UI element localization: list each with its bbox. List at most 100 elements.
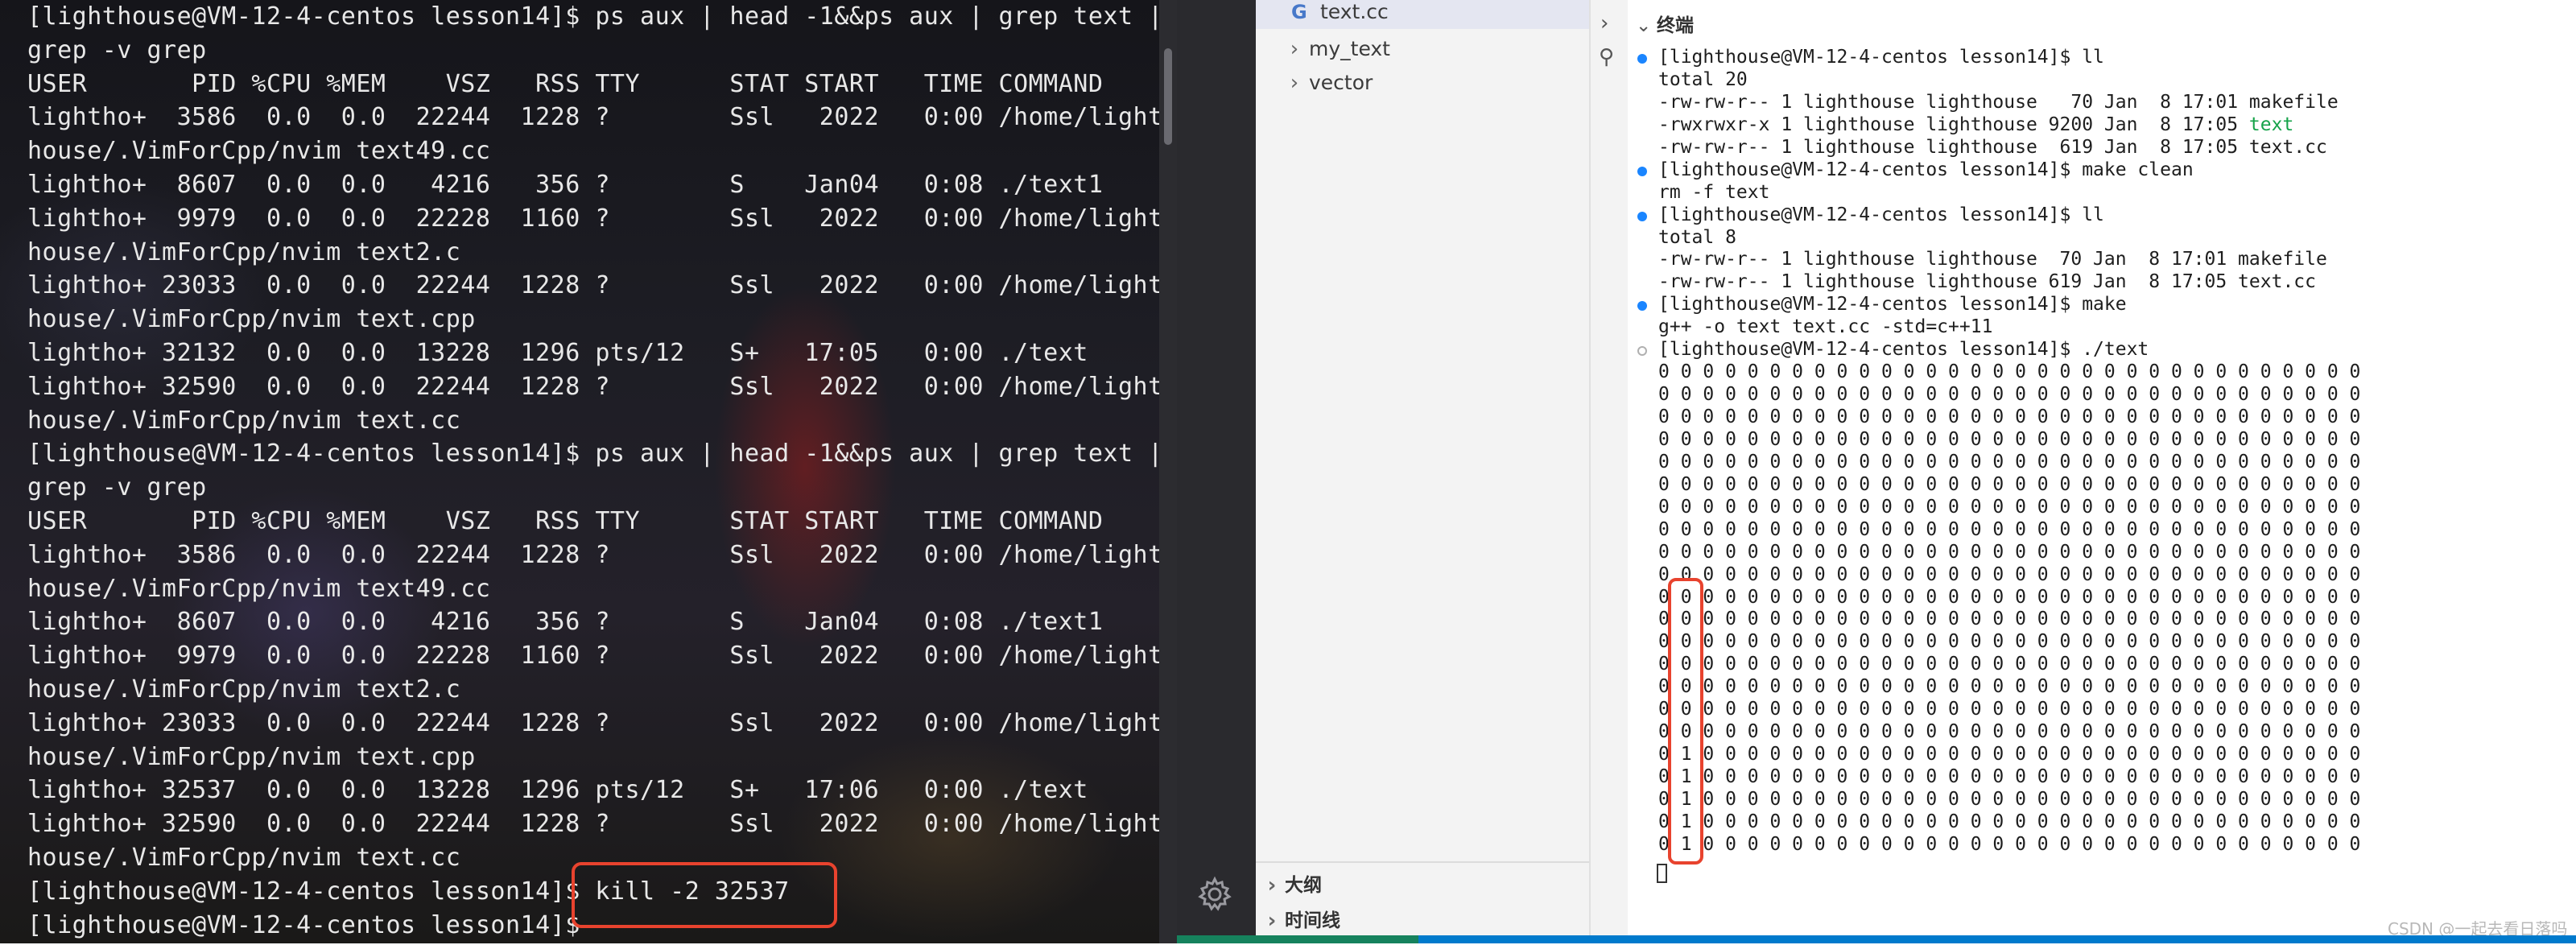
terminal-line: grep -v grep bbox=[27, 35, 207, 64]
terminal-line-text: 0 1 0 0 0 0 0 0 0 0 0 0 0 0 0 0 0 0 0 0 … bbox=[1658, 766, 2361, 787]
terminal-line: 0 0 0 0 0 0 0 0 0 0 0 0 0 0 0 0 0 0 0 0 … bbox=[1634, 631, 2360, 654]
terminal-line-text: total 8 bbox=[1658, 226, 1736, 248]
status-bar-remote[interactable] bbox=[1177, 935, 1418, 943]
command-status-dot-icon[interactable] bbox=[1637, 54, 1647, 64]
terminal-line: 0 1 0 0 0 0 0 0 0 0 0 0 0 0 0 0 0 0 0 0 … bbox=[1634, 744, 2360, 766]
command-pending-dot-icon[interactable] bbox=[1637, 346, 1647, 357]
terminal-line-text: 0 0 0 0 0 0 0 0 0 0 0 0 0 0 0 0 0 0 0 0 … bbox=[1658, 384, 2361, 406]
chevron-right-icon[interactable]: › bbox=[1600, 11, 1608, 35]
terminal-line: 0 0 0 0 0 0 0 0 0 0 0 0 0 0 0 0 0 0 0 0 … bbox=[1634, 609, 2360, 631]
terminal-line-text: 0 0 0 0 0 0 0 0 0 0 0 0 0 0 0 0 0 0 0 0 … bbox=[1658, 676, 2361, 698]
terminal-line: 0 0 0 0 0 0 0 0 0 0 0 0 0 0 0 0 0 0 0 0 … bbox=[1634, 699, 2360, 721]
terminal-line-text: [lighthouse@VM-12-4-centos lesson14]$ ll bbox=[1658, 47, 2104, 68]
scrollbar-thumb[interactable] bbox=[1164, 48, 1172, 145]
terminal-line: [lighthouse@VM-12-4-centos lesson14]$ ll bbox=[1634, 47, 2360, 69]
terminal-line-text: 0 0 0 0 0 0 0 0 0 0 0 0 0 0 0 0 0 0 0 0 … bbox=[1658, 609, 2361, 630]
explorer-folder-vector[interactable]: › vector bbox=[1256, 66, 1589, 100]
terminal-line: lightho+ 23033 0.0 0.0 22244 1228 ? Ssl … bbox=[27, 708, 1159, 737]
terminal-line-text: 0 0 0 0 0 0 0 0 0 0 0 0 0 0 0 0 0 0 0 0 … bbox=[1658, 541, 2361, 563]
pin-icon[interactable]: ⚲ bbox=[1599, 45, 1614, 69]
terminal-line: 0 0 0 0 0 0 0 0 0 0 0 0 0 0 0 0 0 0 0 0 … bbox=[1634, 384, 2360, 406]
terminal-line: lightho+ 32590 0.0 0.0 22244 1228 ? Ssl … bbox=[27, 810, 1159, 839]
terminal-line: house/.VimForCpp/nvim text49.cc bbox=[27, 574, 491, 603]
terminal-line: -rw-rw-r-- 1 lighthouse lighthouse 619 J… bbox=[1634, 137, 2360, 159]
terminal-line-text: 0 0 0 0 0 0 0 0 0 0 0 0 0 0 0 0 0 0 0 0 … bbox=[1658, 428, 2361, 450]
terminal-line-text: [lighthouse@VM-12-4-centos lesson14]$ ma… bbox=[1658, 294, 2127, 316]
explorer-file-text-cc[interactable]: G text.cc bbox=[1256, 0, 1589, 29]
terminal-line-text: -rw-rw-r-- 1 lighthouse lighthouse 70 Ja… bbox=[1658, 249, 2327, 270]
terminal-line-text: -rwxrwxr-x 1 lighthouse lighthouse 9200 … bbox=[1658, 113, 2249, 135]
terminal-line-text: rm -f text bbox=[1658, 181, 1770, 203]
terminal-line-text: 0 0 0 0 0 0 0 0 0 0 0 0 0 0 0 0 0 0 0 0 … bbox=[1658, 699, 2361, 720]
terminal-line-text: 0 0 0 0 0 0 0 0 0 0 0 0 0 0 0 0 0 0 0 0 … bbox=[1658, 631, 2361, 653]
terminal-line: house/.VimForCpp/nvim text2.c bbox=[27, 675, 461, 704]
terminal-line: 0 0 0 0 0 0 0 0 0 0 0 0 0 0 0 0 0 0 0 0 … bbox=[1634, 587, 2360, 609]
terminal-line: -rw-rw-r-- 1 lighthouse lighthouse 70 Ja… bbox=[1634, 249, 2360, 271]
terminal-line: 0 1 0 0 0 0 0 0 0 0 0 0 0 0 0 0 0 0 0 0 … bbox=[1634, 811, 2360, 834]
terminal-line: [lighthouse@VM-12-4-centos lesson14]$ ma… bbox=[1634, 159, 2360, 182]
terminal-line-text: [lighthouse@VM-12-4-centos lesson14]$ ./… bbox=[1658, 339, 2149, 361]
chevron-right-icon: › bbox=[1290, 37, 1299, 61]
terminal-line: [lighthouse@VM-12-4-centos lesson14]$ ma… bbox=[1634, 294, 2360, 316]
terminal-line-text: total 20 bbox=[1658, 68, 1748, 90]
terminal-line: lightho+ 32590 0.0 0.0 22244 1228 ? Ssl … bbox=[27, 372, 1159, 401]
terminal-line: lightho+ 3586 0.0 0.0 22244 1228 ? Ssl 2… bbox=[27, 103, 1159, 132]
terminal-line-text: 0 0 0 0 0 0 0 0 0 0 0 0 0 0 0 0 0 0 0 0 … bbox=[1658, 721, 2361, 743]
terminal-line: lightho+ 8607 0.0 0.0 4216 356 ? S Jan04… bbox=[27, 608, 1104, 637]
terminal-line: 0 1 0 0 0 0 0 0 0 0 0 0 0 0 0 0 0 0 0 0 … bbox=[1634, 766, 2360, 789]
chevron-down-icon[interactable]: ⌄ bbox=[1636, 10, 1651, 42]
explorer-folder-label: my_text bbox=[1309, 37, 1390, 60]
terminal-line-text: 0 1 0 0 0 0 0 0 0 0 0 0 0 0 0 0 0 0 0 0 … bbox=[1658, 833, 2361, 855]
terminal-line-text: 0 1 0 0 0 0 0 0 0 0 0 0 0 0 0 0 0 0 0 0 … bbox=[1658, 744, 2361, 765]
terminal-line-text: 0 0 0 0 0 0 0 0 0 0 0 0 0 0 0 0 0 0 0 0 … bbox=[1658, 361, 2361, 383]
outline-section-header[interactable]: › 大纲 bbox=[1256, 868, 1589, 903]
explorer-folder-label: vector bbox=[1309, 71, 1373, 94]
left-terminal-output: [lighthouse@VM-12-4-centos lesson14]$ ps… bbox=[27, 0, 1159, 942]
terminal-line: lightho+ 32537 0.0 0.0 13228 1296 pts/12… bbox=[27, 776, 1088, 805]
terminal-line: lightho+ 23033 0.0 0.0 22244 1228 ? Ssl … bbox=[27, 271, 1159, 300]
terminal-panel[interactable]: ⌄ 终端 [lighthouse@VM-12-4-centos lesson14… bbox=[1628, 0, 2576, 943]
terminal-line: lightho+ 3586 0.0 0.0 22244 1228 ? Ssl 2… bbox=[27, 540, 1159, 569]
terminal-line: 0 0 0 0 0 0 0 0 0 0 0 0 0 0 0 0 0 0 0 0 … bbox=[1634, 474, 2360, 497]
terminal-line: [lighthouse@VM-12-4-centos lesson14]$ ps… bbox=[27, 2, 1159, 31]
terminal-line: grep -v grep bbox=[27, 473, 207, 502]
terminal-line-text: 0 0 0 0 0 0 0 0 0 0 0 0 0 0 0 0 0 0 0 0 … bbox=[1658, 563, 2361, 585]
terminal-line: USER PID %CPU %MEM VSZ RSS TTY STAT STAR… bbox=[27, 506, 1104, 535]
panel-side-strip bbox=[1591, 0, 1629, 943]
gear-icon[interactable] bbox=[1195, 874, 1235, 914]
terminal-line-text: 0 1 0 0 0 0 0 0 0 0 0 0 0 0 0 0 0 0 0 0 … bbox=[1658, 811, 2361, 832]
activity-bar bbox=[1177, 0, 1256, 943]
terminal-line: -rwxrwxr-x 1 lighthouse lighthouse 9200 … bbox=[1634, 114, 2360, 137]
terminal-panel-header[interactable]: ⌄ 终端 bbox=[1628, 10, 2576, 42]
command-status-dot-icon[interactable] bbox=[1637, 166, 1647, 176]
terminal-line: lightho+ 8607 0.0 0.0 4216 356 ? S Jan04… bbox=[27, 170, 1104, 199]
timeline-section-header[interactable]: › 时间线 bbox=[1256, 903, 1589, 939]
terminal-line: -rw-rw-r-- 1 lighthouse lighthouse 70 Ja… bbox=[1634, 92, 2360, 114]
terminal-line: USER PID %CPU %MEM VSZ RSS TTY STAT STAR… bbox=[27, 69, 1104, 98]
terminal-line: 0 0 0 0 0 0 0 0 0 0 0 0 0 0 0 0 0 0 0 0 … bbox=[1634, 429, 2360, 452]
terminal-line-text: g++ -o text text.cc -std=c++11 bbox=[1658, 316, 1993, 338]
left-terminal-scrollbar[interactable] bbox=[1159, 0, 1177, 943]
terminal-line: [lighthouse@VM-12-4-centos lesson14]$ ps… bbox=[27, 439, 1159, 468]
terminal-line-text: 0 0 0 0 0 0 0 0 0 0 0 0 0 0 0 0 0 0 0 0 … bbox=[1658, 518, 2361, 540]
terminal-line: rm -f text bbox=[1634, 182, 2360, 204]
explorer-folder-my-text[interactable]: › my_text bbox=[1256, 32, 1589, 66]
terminal-line: 0 1 0 0 0 0 0 0 0 0 0 0 0 0 0 0 0 0 0 0 … bbox=[1634, 834, 2360, 856]
terminal-line: 0 0 0 0 0 0 0 0 0 0 0 0 0 0 0 0 0 0 0 0 … bbox=[1634, 361, 2360, 384]
command-status-dot-icon[interactable] bbox=[1637, 211, 1647, 221]
column-highlight bbox=[1668, 578, 1703, 865]
command-status-dot-icon[interactable] bbox=[1637, 301, 1647, 312]
terminal-line-text: -rw-rw-r-- 1 lighthouse lighthouse 70 Ja… bbox=[1658, 91, 2339, 113]
terminal-line: 0 0 0 0 0 0 0 0 0 0 0 0 0 0 0 0 0 0 0 0 … bbox=[1634, 564, 2360, 587]
terminal-line-text: 0 0 0 0 0 0 0 0 0 0 0 0 0 0 0 0 0 0 0 0 … bbox=[1658, 496, 2361, 518]
terminal-line-text: 0 0 0 0 0 0 0 0 0 0 0 0 0 0 0 0 0 0 0 0 … bbox=[1658, 654, 2361, 675]
terminal-line: lightho+ 9979 0.0 0.0 22228 1160 ? Ssl 2… bbox=[27, 204, 1159, 233]
terminal-line: house/.VimForCpp/nvim text49.cc bbox=[27, 137, 491, 166]
left-terminal[interactable]: [lighthouse@VM-12-4-centos lesson14]$ ps… bbox=[0, 0, 1159, 943]
terminal-line: 0 1 0 0 0 0 0 0 0 0 0 0 0 0 0 0 0 0 0 0 … bbox=[1634, 789, 2360, 811]
terminal-line: house/.VimForCpp/nvim text2.c bbox=[27, 237, 461, 266]
terminal-cursor bbox=[1657, 864, 1667, 883]
terminal-line: lightho+ 9979 0.0 0.0 22228 1160 ? Ssl 2… bbox=[27, 642, 1159, 671]
terminal-line-text: 0 1 0 0 0 0 0 0 0 0 0 0 0 0 0 0 0 0 0 0 … bbox=[1658, 788, 2361, 810]
terminal-line: 0 0 0 0 0 0 0 0 0 0 0 0 0 0 0 0 0 0 0 0 … bbox=[1634, 654, 2360, 676]
